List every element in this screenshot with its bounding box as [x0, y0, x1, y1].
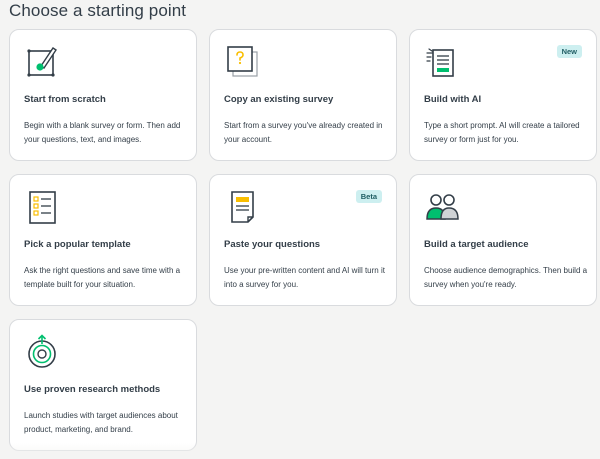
card-build-target-audience[interactable]: Build a target audience Choose audience …	[409, 174, 597, 306]
card-title: Paste your questions	[224, 239, 321, 250]
paste-document-icon	[224, 189, 260, 225]
card-title: Pick a popular template	[24, 239, 131, 250]
card-start-from-scratch[interactable]: Start from scratch Begin with a blank su…	[9, 29, 197, 161]
card-description: Type a short prompt. AI will create a ta…	[424, 121, 580, 144]
target-cycle-icon	[24, 334, 60, 370]
card-title: Use proven research methods	[24, 384, 161, 395]
card-pick-popular-template[interactable]: Pick a popular template Ask the right qu…	[9, 174, 197, 306]
card-description: Launch studies with target audiences abo…	[24, 411, 178, 434]
card-build-with-ai[interactable]: New Build with AI Type a short prompt. A…	[409, 29, 597, 161]
card-description: Use your pre-written content and AI will…	[224, 266, 385, 289]
copy-document-icon	[224, 44, 260, 80]
card-description: Start from a survey you've already creat…	[224, 121, 383, 144]
card-description: Ask the right questions and save time wi…	[24, 266, 181, 289]
page-title: Choose a starting point	[9, 1, 187, 20]
card-description: Begin with a blank survey or form. Then …	[24, 121, 181, 144]
people-icon	[424, 189, 460, 225]
card-title: Copy an existing survey	[224, 94, 334, 105]
ai-form-icon	[424, 44, 460, 80]
beta-badge: Beta	[355, 190, 382, 203]
card-use-proven-research-methods[interactable]: Use proven research methods Launch studi…	[9, 319, 197, 451]
checklist-icon	[24, 189, 60, 225]
card-title: Start from scratch	[24, 94, 106, 105]
card-paste-your-questions[interactable]: Beta Paste your questions Use your pre-w…	[209, 174, 397, 306]
card-title: Build with AI	[424, 94, 482, 105]
card-copy-existing-survey[interactable]: Copy an existing survey Start from a sur…	[209, 29, 397, 161]
new-badge: New	[556, 45, 582, 58]
card-description: Choose audience demographics. Then build…	[424, 266, 588, 289]
card-title: Build a target audience	[424, 239, 529, 250]
pen-square-icon	[24, 44, 60, 80]
